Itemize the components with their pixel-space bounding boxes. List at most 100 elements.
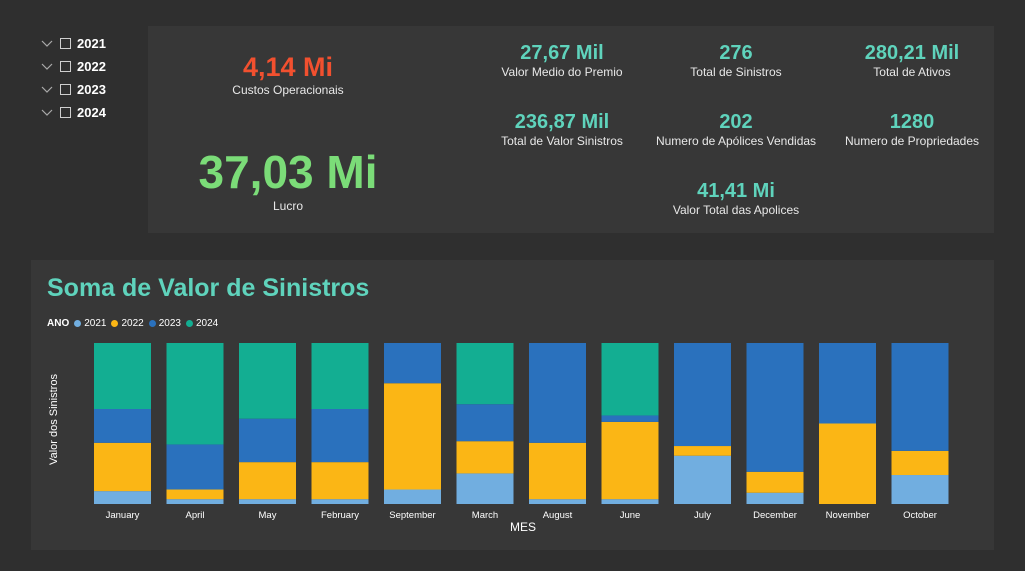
kpi-value: 1280 [889, 111, 935, 133]
slicer-item-label: 2022 [77, 59, 106, 74]
x-tick-label: November [826, 510, 870, 521]
bar-segment-2024-april[interactable] [166, 343, 224, 445]
bar-segment-2021-june[interactable] [601, 499, 659, 504]
kpi-label: Numero de Apólices Vendidas [655, 134, 817, 148]
x-tick-label: April [185, 510, 204, 521]
kpi-value: 276 [719, 42, 753, 64]
bar-segment-2021-february[interactable] [311, 499, 369, 504]
x-tick-label: March [472, 510, 498, 521]
bar-segment-2022-march[interactable] [456, 441, 514, 474]
chevron-down-icon[interactable] [40, 60, 54, 74]
bar-segment-2022-february[interactable] [311, 462, 369, 500]
legend-label: 2022 [121, 318, 144, 329]
slicer-item-2021[interactable]: 2021 [40, 32, 140, 55]
bar-segment-2023-may[interactable] [239, 418, 296, 463]
bar-segment-2021-december[interactable] [746, 492, 804, 504]
kpi-panel: 4,14 Mi Custos Operacionais 37,03 Mi Luc… [148, 26, 994, 233]
bar-segment-2024-march[interactable] [456, 343, 514, 405]
chevron-down-icon[interactable] [40, 37, 54, 51]
legend-dot [148, 320, 156, 327]
bar-segment-2021-may[interactable] [239, 499, 296, 504]
bar-segment-2021-september[interactable] [384, 489, 441, 504]
chevron-down-icon[interactable] [40, 106, 54, 120]
chart-title: Soma de Valor de Sinistros [47, 274, 370, 302]
checkbox[interactable] [60, 38, 71, 49]
kpi-label: Total de Sinistros [690, 65, 782, 79]
legend-dot [111, 320, 119, 327]
bar-segment-2022-november[interactable] [819, 423, 876, 505]
bar-segment-2023-july[interactable] [674, 343, 731, 447]
bar-segment-2021-january[interactable] [94, 491, 151, 504]
kpi-label: Custos Operacionais [232, 83, 344, 97]
slicer-item-label: 2021 [77, 36, 106, 51]
kpi-value: 41,41 Mi [697, 180, 775, 202]
bar-segment-2023-november[interactable] [819, 343, 876, 424]
kpi-label: Numero de Propriedades [844, 134, 980, 148]
bar-segment-2022-august[interactable] [529, 442, 586, 500]
bar-segment-2022-may[interactable] [239, 462, 296, 500]
kpi-valor-medio-premio: 27,67 Mil Valor Medio do Premio [482, 42, 642, 79]
x-tick-label: May [259, 510, 277, 521]
x-tick-label: October [903, 510, 937, 521]
bar-segment-2022-september[interactable] [384, 383, 441, 490]
bar-segment-2023-september[interactable] [384, 343, 441, 384]
bar-segment-2023-august[interactable] [529, 343, 586, 443]
bar-segment-2023-march[interactable] [456, 404, 514, 442]
bar-segment-2023-october[interactable] [891, 343, 949, 451]
x-tick-label: July [694, 510, 711, 521]
slicer-item-2022[interactable]: 2022 [40, 55, 140, 78]
slicer-item-2024[interactable]: 2024 [40, 101, 140, 124]
bar-segment-2024-may[interactable] [239, 343, 296, 419]
kpi-value: 280,21 Mil [864, 42, 960, 64]
bar-segment-2024-january[interactable] [94, 343, 151, 410]
legend-item-2024[interactable]: 2024 [185, 318, 219, 329]
chart-legend: ANO 2021 2022 2023 2024 [47, 318, 223, 329]
checkbox[interactable] [60, 61, 71, 72]
checkbox[interactable] [60, 107, 71, 118]
bar-segment-2021-august[interactable] [529, 499, 586, 504]
bar-segment-2022-july[interactable] [674, 446, 731, 456]
legend-item-2023[interactable]: 2023 [148, 318, 181, 329]
slicer-item-2023[interactable]: 2023 [40, 78, 140, 101]
bar-segment-2022-january[interactable] [94, 442, 151, 492]
bar-segment-2023-april[interactable] [166, 444, 224, 490]
kpi-label: Valor Total das Apolices [672, 203, 800, 217]
bar-segment-2021-march[interactable] [456, 473, 514, 504]
x-tick-label: December [753, 510, 797, 521]
legend-item-2022[interactable]: 2022 [111, 318, 144, 329]
kpi-apolices-vendidas: 202 Numero de Apólices Vendidas [646, 111, 826, 148]
y-axis-label: Valor dos Sinistros [48, 374, 60, 465]
legend-dot [185, 320, 193, 327]
bar-segment-2023-february[interactable] [311, 409, 369, 463]
kpi-total-ativos: 280,21 Mil Total de Ativos [832, 42, 992, 79]
bar-segment-2022-june[interactable] [601, 421, 659, 500]
kpi-lucro: 37,03 Mi Lucro [154, 146, 422, 213]
bar-segment-2024-february[interactable] [311, 343, 369, 410]
kpi-value: 236,87 Mil [514, 111, 610, 133]
bar-segment-2021-july[interactable] [674, 455, 731, 504]
slicer-item-label: 2023 [77, 82, 106, 97]
checkbox[interactable] [60, 84, 71, 95]
bar-segment-2021-april[interactable] [166, 499, 224, 504]
bar-segment-2021-october[interactable] [891, 475, 949, 504]
kpi-label: Lucro [272, 199, 304, 213]
stacked-bar-chart: January April May February September March Aug… [48, 343, 949, 534]
legend-label: 2021 [84, 318, 107, 329]
bar-segment-2022-october[interactable] [891, 450, 949, 476]
x-tick-label: February [321, 510, 359, 521]
bar-segment-2023-december[interactable] [746, 343, 804, 472]
bar-segment-2024-june[interactable] [601, 343, 659, 416]
bar-segment-2022-december[interactable] [746, 471, 804, 493]
x-tick-label: August [543, 510, 573, 521]
kpi-value: 4,14 Mi [242, 52, 334, 82]
chevron-down-icon[interactable] [40, 83, 54, 97]
legend-label: 2023 [158, 318, 181, 329]
bar-segment-2023-june[interactable] [601, 415, 659, 422]
kpi-numero-propriedades: 1280 Numero de Propriedades [836, 111, 988, 148]
kpi-valor-total-apolices: 41,41 Mi Valor Total das Apolices [656, 180, 816, 217]
legend-label: 2024 [195, 318, 219, 329]
bar-segment-2023-january[interactable] [94, 409, 151, 443]
legend-item-2021[interactable]: 2021 [74, 318, 106, 329]
bar-segment-2022-april[interactable] [166, 489, 224, 500]
x-tick-label: January [106, 510, 140, 521]
